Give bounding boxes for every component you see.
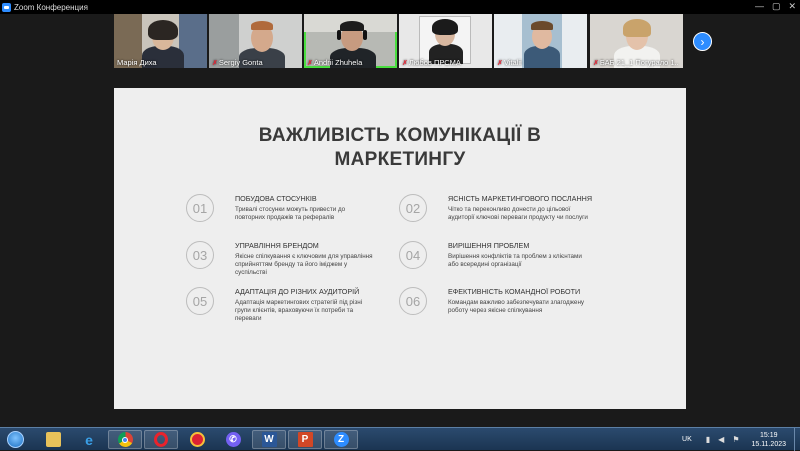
item-heading: АДАПТАЦІЯ ДО РІЗНИХ АУДИТОРІЙ — [235, 287, 360, 296]
taskbar: e ✆ W P Z UK ▮ ◀ ⚑ 15:19 15.11.2023 — [0, 427, 800, 451]
item-heading: ЯСНІСТЬ МАРКЕТИНГОВОГО ПОСЛАННЯ — [448, 194, 593, 203]
chevron-right-icon: › — [700, 34, 705, 49]
participant-tile[interactable]: ✗Sergiy Gonta — [209, 14, 302, 68]
language-indicator[interactable]: UK — [682, 436, 692, 443]
taskbar-app-chrome[interactable] — [108, 430, 142, 449]
file-explorer-icon — [45, 432, 61, 447]
close-icon[interactable]: ✕ — [788, 1, 796, 12]
muted-mic-icon: ✗ — [497, 60, 503, 67]
zoom-logo-icon — [2, 2, 11, 12]
shared-screen-slide: ВАЖЛИВІСТЬ КОМУНІКАЦІЇ В МАРКЕТИНГУ 01 П… — [114, 88, 686, 409]
taskbar-app-file-explorer[interactable] — [36, 430, 70, 449]
participant-name: ✗Vitalii — [497, 58, 522, 67]
next-page-button[interactable]: › — [693, 32, 712, 51]
taskbar-app-screenshot-tool[interactable] — [180, 430, 214, 449]
item-heading: УПРАВЛІННЯ БРЕНДОМ — [235, 241, 319, 250]
taskbar-app-opera[interactable] — [144, 430, 178, 449]
item-description: Якісне спілкування є ключовим для управл… — [235, 253, 373, 277]
participant-tile-active-speaker[interactable]: ✗Andrii Zhuhela — [304, 14, 397, 68]
volume-icon[interactable]: ◀ — [718, 435, 724, 444]
item-number: 05 — [186, 287, 214, 315]
clock[interactable]: 15:19 15.11.2023 — [751, 431, 786, 449]
item-number: 02 — [399, 194, 427, 222]
item-description: Чітко та переконливо донести до цільової… — [448, 206, 588, 222]
participant-name: ✗БАБ 21_1 Погурало 1.. — [593, 58, 679, 67]
window-controls: — ▢ ✕ — [755, 1, 796, 12]
zoom-icon: Z — [333, 432, 349, 447]
item-heading: ВИРІШЕННЯ ПРОБЛЕМ — [448, 241, 530, 250]
slide-title: ВАЖЛИВІСТЬ КОМУНІКАЦІЇ В МАРКЕТИНГУ — [258, 125, 542, 170]
participant-name: ✗Sergiy Gonta — [212, 58, 263, 67]
taskbar-app-internet-explorer[interactable]: e — [72, 430, 106, 449]
participant-gallery: Марія Диха ✗Sergiy Gonta ✗Andrii Zhuhela… — [0, 14, 800, 69]
muted-mic-icon: ✗ — [307, 60, 313, 67]
screenshot-tool-icon — [189, 432, 205, 447]
participant-name: Марія Диха — [117, 58, 157, 67]
system-tray: UK ▮ ◀ ⚑ 15:19 15.11.2023 — [682, 428, 800, 451]
muted-mic-icon: ✗ — [212, 60, 218, 67]
item-description: Адаптація маркетингових стратегій під рі… — [235, 299, 363, 323]
participant-name: ✗Andrii Zhuhela — [307, 58, 363, 67]
chrome-icon — [117, 432, 133, 447]
window-title-bar[interactable]: Zoom Конференция — ▢ ✕ — [0, 0, 800, 14]
muted-mic-icon: ✗ — [402, 60, 408, 67]
word-icon: W — [261, 432, 277, 447]
item-description: Тривалі стосунки можуть привести до повт… — [235, 206, 346, 222]
viber-icon: ✆ — [225, 432, 241, 447]
item-description: Вирішення конфліктів та проблем з клієнт… — [448, 253, 582, 269]
item-number: 04 — [399, 241, 427, 269]
taskbar-app-zoom[interactable]: Z — [324, 430, 358, 449]
clock-time: 15:19 — [759, 431, 778, 439]
participant-tile[interactable]: ✗БАБ 21_1 Погурало 1.. — [590, 14, 683, 68]
window-title: Zoom Конференция — [14, 2, 88, 12]
opera-icon — [154, 432, 168, 447]
show-desktop-button[interactable] — [794, 428, 800, 451]
network-icon[interactable]: ▮ — [706, 435, 710, 444]
participant-name: ✗Любов ПРСМА — [402, 58, 461, 67]
participant-tile[interactable]: Марія Диха — [114, 14, 207, 68]
taskbar-app-powerpoint[interactable]: P — [288, 430, 322, 449]
taskbar-app-word[interactable]: W — [252, 430, 286, 449]
item-description: Командам важливо забезпечувати злагоджен… — [448, 299, 585, 315]
flag-icon[interactable]: ⚑ — [732, 435, 739, 444]
start-button[interactable] — [3, 428, 27, 451]
windows-logo-icon — [6, 431, 24, 448]
item-heading: ЕФЕКТИВНІСТЬ КОМАНДНОЇ РОБОТИ — [448, 287, 581, 296]
clock-date: 15.11.2023 — [751, 440, 786, 448]
minimize-icon[interactable]: — — [755, 1, 764, 12]
participant-tile[interactable]: ✗Vitalii — [494, 14, 587, 68]
item-number: 06 — [399, 287, 427, 315]
item-number: 01 — [186, 194, 214, 222]
internet-explorer-icon: e — [85, 431, 93, 448]
participant-tile[interactable]: ✗Любов ПРСМА — [399, 14, 492, 68]
item-heading: ПОБУДОВА СТОСУНКІВ — [235, 194, 317, 203]
powerpoint-icon: P — [297, 432, 313, 447]
taskbar-app-viber[interactable]: ✆ — [216, 430, 250, 449]
maximize-icon[interactable]: ▢ — [772, 1, 781, 12]
muted-mic-icon: ✗ — [593, 60, 599, 67]
item-number: 03 — [186, 241, 214, 269]
